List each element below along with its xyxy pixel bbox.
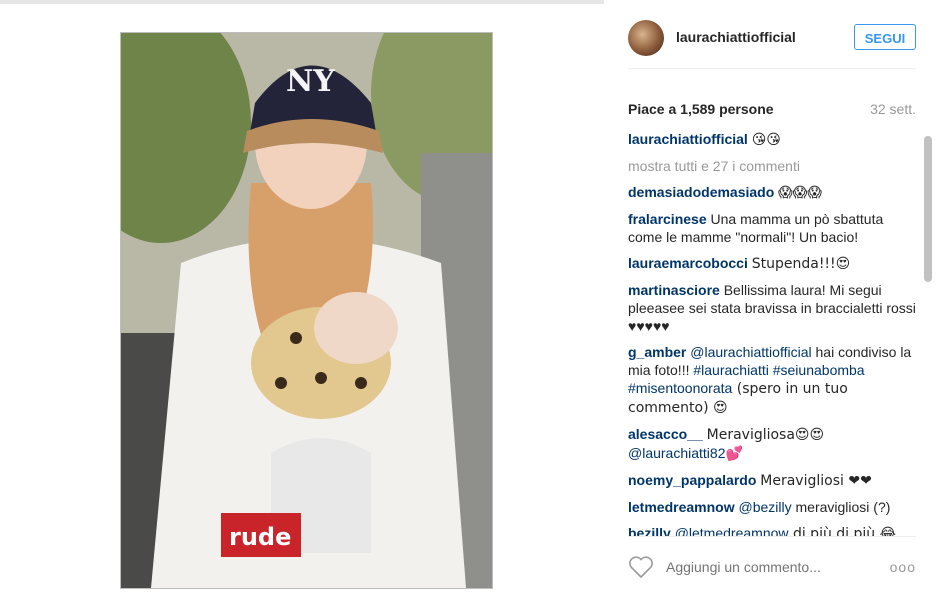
comment-item: g_amber @laurachiattiofficial hai condiv… xyxy=(628,343,916,417)
comment-mention[interactable]: @bezilly xyxy=(738,499,791,515)
comment-item: lauraemarcobocci Stupenda!!!😍 xyxy=(628,254,916,273)
post-header: laurachiattiofficial SEGUI xyxy=(628,18,916,69)
heart-outline-icon-svg xyxy=(629,556,653,578)
caption-text: 😘😘 xyxy=(751,132,781,148)
likes-row: Piace a 1,589 persone 32 sett. xyxy=(628,98,916,118)
comment-item: noemy_pappalardo Meravigliosi ❤❤ xyxy=(628,471,916,490)
comment-item: fralarcinese Una mamma un pò sbattuta co… xyxy=(628,210,916,246)
comment-text: di più di più 😂 xyxy=(788,526,896,536)
comments-scrollbar[interactable] xyxy=(924,136,932,536)
comment-username[interactable]: demasiadodemasiado xyxy=(628,184,774,200)
caption: laurachiattiofficial 😘😘 xyxy=(628,130,916,149)
comment-mention[interactable]: @laurachiatti82 xyxy=(628,445,726,461)
author-username[interactable]: laurachiattiofficial xyxy=(676,29,796,45)
comment-username[interactable]: martinasciore xyxy=(628,282,720,298)
svg-text:NY: NY xyxy=(286,64,335,99)
comment-item: bezilly @letmedreamnow di più di più 😂 xyxy=(628,524,916,536)
comment-text: Stupenda!!!😍 xyxy=(751,256,851,272)
post-sidebar: laurachiattiofficial SEGUI Piace a 1,589… xyxy=(604,0,942,600)
comment-username[interactable]: g_amber xyxy=(628,344,686,360)
scrollbar-thumb[interactable] xyxy=(924,136,932,282)
comment-username[interactable]: alesacco__ xyxy=(628,426,703,442)
comment-username[interactable]: noemy_pappalardo xyxy=(628,472,756,488)
comment-username[interactable]: bezilly xyxy=(628,525,671,536)
post-footer: ooo xyxy=(628,536,916,601)
comment-mention[interactable]: @letmedreamnow xyxy=(675,525,789,536)
comment-item: demasiadodemasiado 😱😱😱 xyxy=(628,183,916,202)
comment-text-end: 💕 xyxy=(725,446,743,462)
svg-text:rude: rude xyxy=(229,523,291,551)
comment-item: martinasciore Bellissima laura! Mi segui… xyxy=(628,281,916,335)
add-comment-input[interactable] xyxy=(666,557,866,577)
comment-username[interactable]: lauraemarcobocci xyxy=(628,255,748,271)
comment-text: Meravigliosa😍😍 xyxy=(706,427,825,443)
post-photo[interactable]: NY rude xyxy=(120,32,493,589)
comment-mention[interactable]: @laurachiattiofficial xyxy=(690,344,811,360)
comment-text: 😱😱😱 xyxy=(778,185,822,201)
comment-username[interactable]: fralarcinese xyxy=(628,211,707,227)
photo-illustration: NY rude xyxy=(121,33,492,588)
comment-text: meravigliosi (?) xyxy=(791,499,891,515)
comment-item: alesacco__ Meravigliosa😍😍 @laurachiatti8… xyxy=(628,425,916,463)
more-options-icon[interactable]: ooo xyxy=(890,559,916,575)
post-time[interactable]: 32 sett. xyxy=(870,101,916,117)
comment-text: Meravigliosi ❤❤ xyxy=(760,473,872,489)
likes-count[interactable]: Piace a 1,589 persone xyxy=(628,101,774,117)
comment-item: letmedreamnow @bezilly meravigliosi (?) xyxy=(628,498,916,516)
heart-outline-icon[interactable] xyxy=(628,555,654,579)
follow-button[interactable]: SEGUI xyxy=(854,24,916,50)
comment-username[interactable]: letmedreamnow xyxy=(628,499,735,515)
caption-username[interactable]: laurachiattiofficial xyxy=(628,131,748,147)
avatar[interactable] xyxy=(628,20,664,56)
comments-list: laurachiattiofficial 😘😘 mostra tutti e 2… xyxy=(628,130,916,536)
show-all-comments-link[interactable]: mostra tutti e 27 i commenti xyxy=(628,157,916,175)
post-media-area: NY rude xyxy=(0,4,604,600)
